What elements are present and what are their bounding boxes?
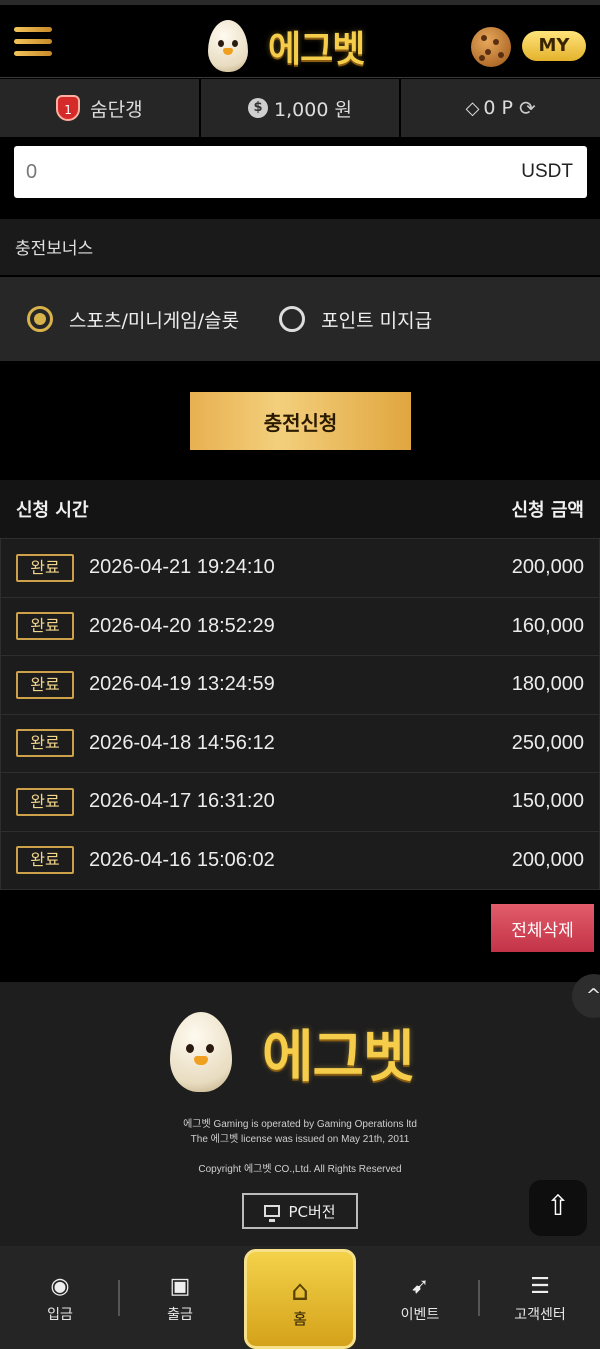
status-badge: 완료 — [16, 612, 74, 641]
top-bar: 에그벳 MY — [0, 0, 600, 78]
history-header: 신청 시간 신청 금액 — [0, 480, 600, 538]
request-datetime: 2026-04-21 19:24:10 — [89, 556, 275, 579]
status-badge: 완료 — [16, 670, 74, 699]
request-amount: 160,000 — [511, 614, 584, 637]
request-amount: 250,000 — [511, 731, 584, 754]
footer: ^ 에그벳 에그벳 Gaming is operated by Gaming O… — [0, 974, 600, 1246]
request-datetime: 2026-04-17 16:31:20 — [89, 790, 275, 813]
footer-license-text: The 에그벳 license was issued on May 21th, … — [190, 1134, 410, 1145]
nav-support-label: 고객센터 — [514, 1307, 566, 1323]
nav-withdraw-label: 출금 — [167, 1307, 193, 1323]
coin-icon: $ — [248, 98, 269, 118]
username: 숨단갱 — [90, 98, 143, 121]
nav-event[interactable]: ➹ 이벤트 — [360, 1246, 480, 1349]
nav-support[interactable]: ☰ 고객센터 — [480, 1246, 600, 1349]
delete-all-button[interactable]: 전체삭제 — [491, 904, 594, 952]
level-badge-icon: 1 — [56, 95, 81, 121]
bonus-option-no-points[interactable]: 포인트 미지급 — [279, 306, 432, 333]
bonus-option-sports[interactable]: 스포츠/미니게임/슬롯 — [27, 306, 239, 333]
user-info[interactable]: 1 숨단갱 — [0, 79, 201, 137]
footer-operator-text: 에그벳 Gaming is operated by Gaming Operati… — [183, 1119, 417, 1130]
rocket-icon: ➹ — [410, 1274, 430, 1299]
egg-mascot-icon — [206, 18, 250, 74]
home-icon: ⌂ — [291, 1274, 309, 1307]
nav-withdraw[interactable]: ▣ 출금 — [120, 1246, 240, 1349]
status-badge: 완료 — [16, 553, 74, 582]
radio-checked-icon — [27, 306, 53, 332]
status-badge: 완료 — [16, 846, 74, 875]
points-info: ◇ 0 P ⟳ — [401, 79, 600, 137]
request-datetime: 2026-04-20 18:52:29 — [89, 614, 275, 637]
nav-deposit[interactable]: ◉ 입금 — [0, 1246, 120, 1349]
cookie-icon[interactable] — [471, 27, 511, 67]
history-col-amount: 신청 금액 — [511, 500, 584, 521]
points-value: 0 P — [483, 97, 514, 119]
footer-logo: 에그벳 — [168, 1010, 415, 1094]
deposit-submit-button[interactable]: 충전신청 — [190, 392, 411, 450]
footer-logo-text: 에그벳 — [262, 1024, 415, 1090]
nav-event-label: 이벤트 — [400, 1307, 440, 1323]
refresh-icon[interactable]: ⟳ — [519, 96, 536, 120]
request-datetime: 2026-04-16 15:06:02 — [89, 848, 275, 871]
menu-icon[interactable] — [14, 27, 52, 61]
balance-value: 1,000 원 — [274, 98, 352, 121]
nav-home[interactable]: ⌂ 홈 — [244, 1249, 356, 1349]
deposit-amount-field[interactable]: USDT — [14, 146, 587, 198]
bonus-option-label: 스포츠/미니게임/슬롯 — [69, 309, 240, 332]
bonus-option-label: 포인트 미지급 — [321, 309, 433, 332]
history-list: 완료 2026-04-21 19:24:10 200,000 완료 2026-04-2… — [0, 538, 600, 890]
chevron-up-icon[interactable]: ^ — [572, 974, 600, 1018]
monitor-icon — [264, 1205, 281, 1222]
history-row: 완료 2026-04-17 16:31:20 150,000 — [0, 773, 600, 832]
balance-info: $ 1,000 원 — [201, 79, 402, 137]
history-row: 완료 2026-04-20 18:52:29 160,000 — [0, 597, 600, 656]
nav-deposit-label: 입금 — [47, 1307, 73, 1323]
history-row: 완료 2026-04-16 15:06:02 200,000 — [0, 831, 600, 890]
briefcase-icon: ▣ — [169, 1274, 191, 1299]
pc-version-label: PC버전 — [288, 1202, 336, 1221]
diamond-icon: ◇ — [465, 97, 480, 119]
history-row: 완료 2026-04-21 19:24:10 200,000 — [0, 539, 600, 598]
nav-home-label: 홈 — [293, 1310, 307, 1328]
request-amount: 200,000 — [511, 848, 584, 871]
request-amount: 150,000 — [511, 790, 584, 813]
history-row: 완료 2026-04-18 14:56:12 250,000 — [0, 714, 600, 773]
share-upload-icon[interactable]: ⇧ — [529, 1180, 587, 1236]
currency-label: USDT — [521, 161, 573, 182]
chat-bubble-icon: ☰ — [530, 1274, 550, 1299]
footer-copyright: Copyright 에그벳 CO.,Ltd. All Rights Reserv… — [198, 1164, 402, 1175]
status-badge: 완료 — [16, 787, 74, 816]
radio-unchecked-icon — [279, 306, 306, 332]
user-status-bar: 1 숨단갱 $ 1,000 원 ◇ 0 P ⟳ — [0, 79, 600, 137]
egg-mascot-icon — [168, 1010, 234, 1094]
request-datetime: 2026-04-18 14:56:12 — [89, 731, 275, 754]
history-col-time: 신청 시간 — [16, 500, 89, 521]
status-badge: 완료 — [16, 729, 74, 758]
bonus-heading: 충전보너스 — [0, 219, 600, 275]
pc-version-button[interactable]: PC버전 — [242, 1193, 358, 1229]
bonus-options: 스포츠/미니게임/슬롯 포인트 미지급 — [0, 277, 600, 361]
request-datetime: 2026-04-19 13:24:59 — [89, 673, 275, 696]
deposit-coin-icon: ◉ — [50, 1274, 70, 1299]
logo-text: 에그벳 — [268, 29, 365, 70]
history-row: 완료 2026-04-19 13:24:59 180,000 — [0, 656, 600, 715]
request-amount: 200,000 — [511, 556, 584, 579]
my-page-button[interactable]: MY — [522, 31, 586, 61]
brand-logo[interactable]: 에그벳 — [206, 17, 396, 75]
request-amount: 180,000 — [511, 673, 584, 696]
deposit-amount-input[interactable] — [26, 160, 522, 184]
